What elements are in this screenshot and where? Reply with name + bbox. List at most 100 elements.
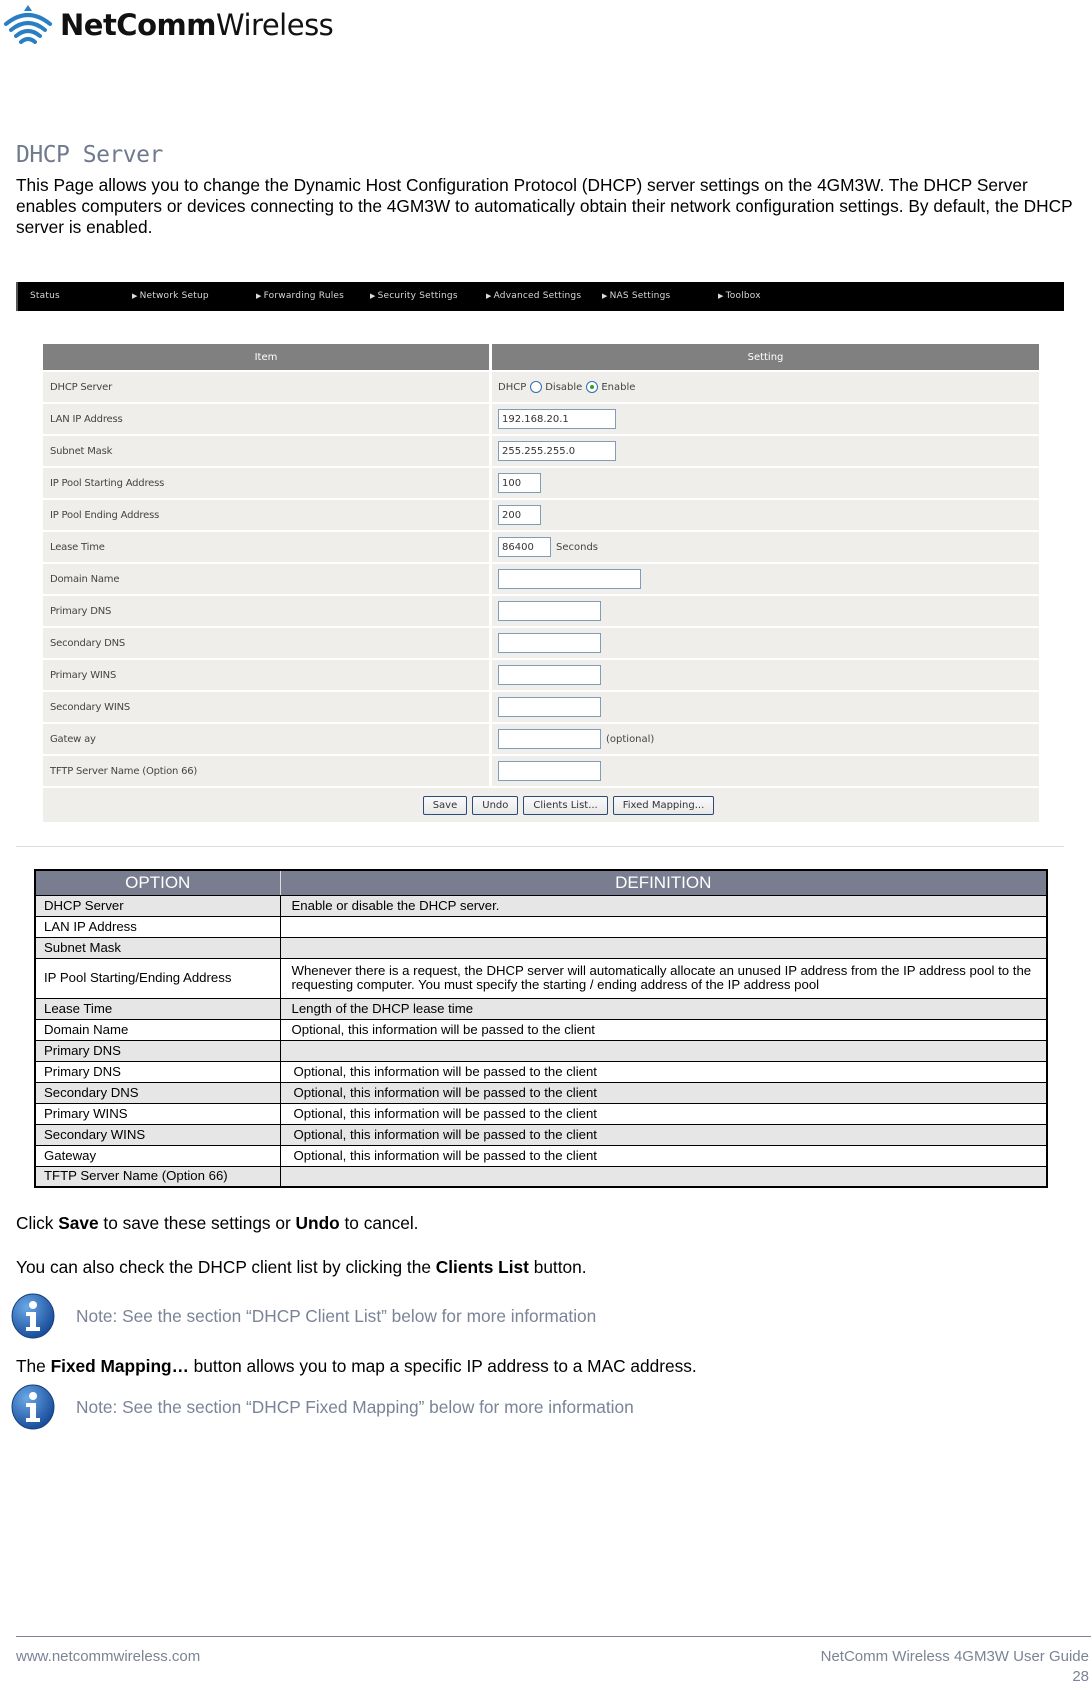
definition-header: DEFINITION [279, 869, 1048, 896]
row-primary-wins: Primary WINS [43, 660, 1039, 690]
nav-status[interactable]: Status [30, 291, 60, 301]
option-cell: Lease Time [34, 997, 281, 1020]
wifi-signal-icon [4, 5, 52, 44]
text: to cancel. [339, 1213, 419, 1233]
intro-paragraph: This Page allows you to change the Dynam… [16, 175, 1073, 237]
footer-website[interactable]: www.netcommwireless.com [16, 1648, 200, 1665]
nav-label: Toolbox [725, 291, 761, 301]
nav-toolbox[interactable]: ▶ Toolbox [718, 291, 761, 301]
dhcp-prefix: DHCP [498, 381, 527, 393]
row-gateway: Gatew ay (optional) [43, 724, 1039, 754]
secondary-wins-input[interactable] [498, 697, 601, 717]
nav-security-settings[interactable]: ▶ Security Settings [370, 291, 458, 301]
row-dhcp-server: DHCP Server DHCP Disable Enable [43, 372, 1039, 402]
caret-right-icon: ▶ [370, 292, 376, 300]
note-fixed-mapping: Note: See the section “DHCP Fixed Mappin… [10, 1384, 634, 1430]
radio-enable[interactable] [586, 381, 599, 393]
brand-name: NetCommWireless [60, 7, 334, 42]
option-cell: DHCP Server [34, 894, 281, 917]
option-cell: Subnet Mask [34, 936, 281, 959]
row-label: TFTP Server Name (Option 66) [43, 756, 489, 786]
netcomm-logo: NetCommWireless [2, 2, 334, 48]
definition-cell: Enable or disable the DHCP server. [279, 894, 1048, 917]
definition-cell: Optional, this information will be passe… [279, 1144, 1048, 1167]
row-label: DHCP Server [43, 372, 489, 402]
option-cell: Secondary DNS [34, 1081, 281, 1104]
text: button. [528, 1257, 587, 1277]
clients-list-paragraph: You can also check the DHCP client list … [16, 1257, 587, 1278]
nav-forwarding-rules[interactable]: ▶ Forwarding Rules [256, 291, 344, 301]
row-domain-name: Domain Name [43, 564, 1039, 594]
domain-name-input[interactable] [498, 569, 641, 589]
option-cell: Primary DNS [34, 1039, 281, 1062]
note-client-list: Note: See the section “DHCP Client List”… [10, 1293, 596, 1339]
router-nav-bar: Status ▶ Network Setup ▶ Forwarding Rules … [16, 282, 1064, 311]
item-header: Item [43, 344, 489, 370]
row-label: Secondary DNS [43, 628, 489, 658]
row-tftp: TFTP Server Name (Option 66) [43, 756, 1039, 786]
undo-button[interactable]: Undo [472, 795, 519, 815]
primary-dns-input[interactable] [498, 601, 601, 621]
nav-nas-settings[interactable]: ▶ NAS Settings [602, 291, 670, 301]
row-label: LAN IP Address [43, 404, 489, 434]
pool-start-input[interactable]: 100 [498, 473, 541, 493]
option-cell: Secondary WINS [34, 1123, 281, 1146]
text: The [16, 1356, 51, 1376]
definition-cell: Optional, this information will be passe… [279, 1123, 1048, 1146]
row-pool-end: IP Pool Ending Address 200 [43, 500, 1039, 530]
table-row: Gateway Optional, this information will b… [34, 1144, 1048, 1167]
gateway-input[interactable] [498, 729, 601, 749]
section-title: DHCP Server [16, 142, 163, 168]
fixed-mapping-paragraph: The Fixed Mapping… button allows you to … [16, 1356, 697, 1377]
text: You can also check the DHCP client list … [16, 1257, 436, 1277]
row-secondary-dns: Secondary DNS [43, 628, 1039, 658]
nav-label: Network Setup [139, 291, 209, 301]
tftp-server-input[interactable] [498, 761, 601, 781]
option-cell: LAN IP Address [34, 915, 281, 938]
setting-header: Setting [492, 344, 1039, 370]
row-label: Primary DNS [43, 596, 489, 626]
row-label: Gatew ay [43, 724, 489, 754]
save-term: Save [58, 1213, 99, 1233]
text: Click [16, 1213, 59, 1233]
save-undo-paragraph: Click Save to save these settings or Und… [16, 1213, 418, 1234]
definition-cell [279, 1165, 1048, 1188]
table-row: Primary WINS Optional, this information w… [34, 1102, 1048, 1125]
nav-label: Forwarding Rules [263, 291, 345, 301]
brand-light: Wireless [215, 7, 334, 42]
table-row: Primary DNS Optional, this information wi… [34, 1060, 1048, 1083]
clients-list-term: Clients List [435, 1257, 529, 1277]
dhcp-settings-form: Item Setting DHCP Server DHCP Disable En… [43, 344, 1039, 822]
option-cell: Primary WINS [34, 1102, 281, 1125]
option-definition-table: OPTION DEFINITION DHCP Server Enable or d… [34, 869, 1048, 1188]
definition-cell: Optional, this information will be passe… [279, 1060, 1048, 1083]
secondary-dns-input[interactable] [498, 633, 601, 653]
option-header: OPTION [34, 869, 281, 896]
caret-right-icon: ▶ [718, 292, 724, 300]
radio-disable[interactable] [530, 381, 543, 393]
note-text: Note: See the section “DHCP Client List”… [76, 1305, 597, 1326]
primary-wins-input[interactable] [498, 665, 601, 685]
nav-network-setup[interactable]: ▶ Network Setup [132, 291, 209, 301]
fixed-mapping-button[interactable]: Fixed Mapping... [612, 795, 715, 815]
lan-ip-input[interactable]: 192.168.20.1 [498, 409, 616, 429]
gateway-suffix: (optional) [606, 733, 655, 745]
info-icon [11, 1293, 55, 1339]
nav-advanced-settings[interactable]: ▶ Advanced Settings [486, 291, 581, 301]
definition-cell [279, 1039, 1048, 1062]
table-header-row: OPTION DEFINITION [34, 869, 1048, 896]
table-row: Lease Time Length of the DHCP lease time [34, 997, 1048, 1020]
option-cell: IP Pool Starting/Ending Address [34, 957, 281, 999]
row-label: Domain Name [43, 564, 489, 594]
pool-end-input[interactable]: 200 [498, 505, 541, 525]
option-cell: Primary DNS [34, 1060, 281, 1083]
row-lan-ip: LAN IP Address 192.168.20.1 [43, 404, 1039, 434]
info-icon [11, 1384, 55, 1430]
clients-list-button[interactable]: Clients List... [523, 795, 608, 815]
subnet-mask-input[interactable]: 255.255.255.0 [498, 441, 616, 461]
definition-cell: Length of the DHCP lease time [279, 997, 1048, 1020]
save-button[interactable]: Save [422, 795, 468, 815]
lease-time-input[interactable]: 86400 [498, 537, 551, 557]
definition-cell: Optional, this information will be passe… [279, 1081, 1048, 1104]
row-label: Primary WINS [43, 660, 489, 690]
